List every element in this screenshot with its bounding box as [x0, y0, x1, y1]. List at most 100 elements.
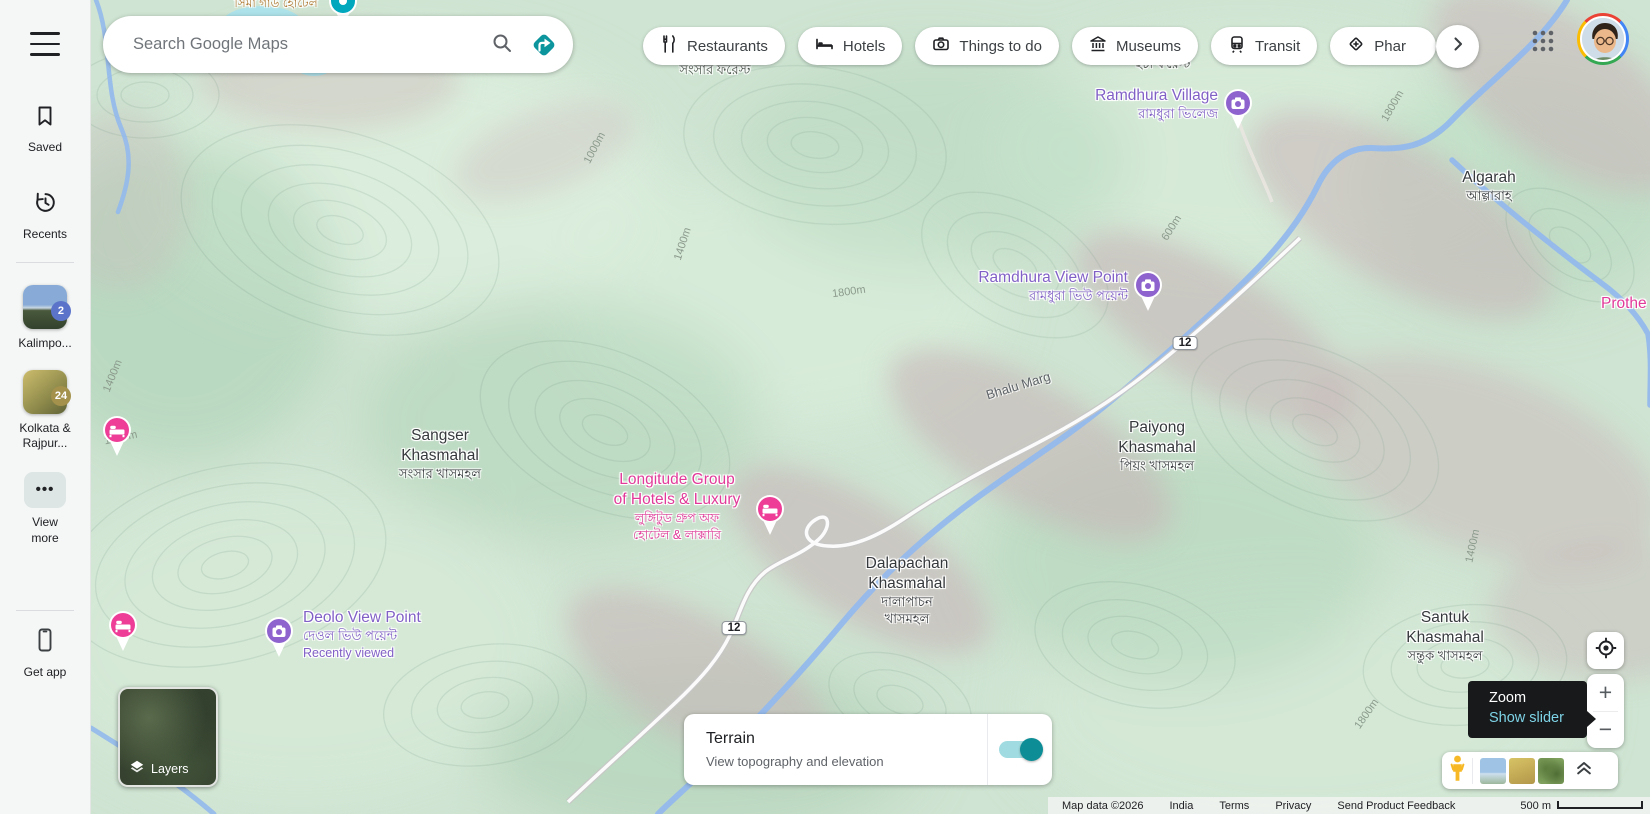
my-location-button[interactable]: [1587, 632, 1624, 669]
map-label-ramdhura-village[interactable]: Ramdhura Village রামধুরা ভিলেজ: [1095, 86, 1218, 123]
tooltip-subtitle: Show slider: [1489, 710, 1564, 726]
search-icon: [491, 32, 513, 57]
imagery-thumbnail-1[interactable]: [1480, 757, 1506, 784]
chip-hotels[interactable]: Hotels: [797, 27, 903, 65]
bookmark-icon: [33, 104, 57, 133]
hotel-pin-left-upper[interactable]: [100, 415, 134, 462]
pegman-icon[interactable]: [1450, 755, 1465, 787]
sidebar-divider: [16, 610, 74, 612]
chip-label: Museums: [1115, 37, 1181, 55]
get-app-label: Get app: [23, 665, 67, 680]
map-label-santuk-khasmahal[interactable]: Santuk Khasmahal সন্তুক খাসমহল: [1406, 608, 1484, 665]
sidebar-item-recents[interactable]: Recents: [23, 190, 67, 243]
layers-label: Layers: [151, 761, 189, 776]
terrain-card: Terrain View topography and elevation: [684, 714, 1052, 785]
chip-label: Restaurants: [687, 37, 768, 55]
phone-icon: [33, 627, 57, 658]
directions-icon: [529, 30, 559, 60]
chip-restaurants[interactable]: Restaurants: [643, 27, 785, 65]
search-bar: [103, 16, 573, 73]
menu-icon[interactable]: [30, 32, 60, 56]
hotel-pin-longitude-group[interactable]: [753, 494, 787, 541]
tooltip-title: Zoom: [1489, 690, 1527, 706]
camera-pin-deolo-view-point[interactable]: [262, 616, 296, 663]
region-text: India: [1169, 799, 1194, 812]
camera-icon: [932, 35, 950, 57]
trip-thumbnail: 2: [22, 285, 71, 330]
transit-icon: [1228, 35, 1246, 57]
route-badge-12: 12: [721, 621, 747, 635]
terms-link[interactable]: Terms: [1219, 800, 1249, 812]
map-label-longitude-group[interactable]: Longitude Group of Hotels & Luxury লুঙ্গ…: [614, 470, 741, 543]
google-maps-app: 1000m 1400m 1800m 1400m 1200m 600m 1800m…: [0, 0, 1650, 814]
map-label-algarah[interactable]: Algarah আল্গারাহ: [1462, 168, 1515, 205]
toggle-track: [999, 738, 1043, 761]
imagery-thumbnail-2[interactable]: [1509, 757, 1535, 784]
trip-badge: 2: [50, 301, 71, 322]
search-button[interactable]: [485, 26, 519, 63]
zoom-in-button[interactable]: +: [1587, 674, 1624, 711]
camera-pin-ramdhura-view-point[interactable]: [1131, 270, 1165, 317]
layers-button[interactable]: Layers: [118, 687, 218, 787]
map-label-top-hotel: সিমা গার্ড হোটেল: [234, 0, 318, 10]
chip-label: Things to do: [959, 37, 1042, 55]
attribution-bar: Map data ©2026 India Terms Privacy Send …: [1048, 797, 1650, 814]
avatar-image: [1580, 16, 1626, 62]
google-apps-button[interactable]: [1530, 28, 1556, 54]
sidebar-trip-kalimpong[interactable]: 2 Kalimpo...: [18, 285, 72, 352]
collapse-chevrons-icon[interactable]: [1575, 760, 1593, 781]
sidebar-item-label: Saved: [27, 140, 63, 154]
imagery-thumbnail-3[interactable]: [1538, 757, 1564, 784]
chips-scroll-right-button[interactable]: [1436, 25, 1479, 68]
museum-icon: [1089, 35, 1107, 57]
account-avatar[interactable]: [1577, 13, 1629, 65]
terrain-subtitle: View topography and elevation: [706, 754, 884, 769]
pharmacy-icon: [1347, 35, 1365, 57]
sidebar-item-view-more[interactable]: ••• View more: [20, 471, 70, 546]
chip-pharmacies[interactable]: Phar: [1330, 27, 1437, 65]
bed-icon: [815, 35, 834, 57]
toggle-knob: [1020, 738, 1043, 761]
search-input[interactable]: [131, 34, 485, 55]
sidebar-item-saved[interactable]: Saved: [28, 104, 62, 156]
chevron-right-icon: [1448, 34, 1468, 59]
apps-grid-icon: [1530, 30, 1556, 58]
trip-label: Kalimpo...: [18, 336, 72, 351]
chip-label: Transit: [1255, 37, 1301, 55]
sidebar-item-get-app[interactable]: Get app: [23, 627, 67, 681]
zoom-tooltip: Zoom Show slider: [1468, 681, 1596, 738]
map-scale: 500 m: [1520, 800, 1643, 812]
chip-things-to-do[interactable]: Things to do: [915, 27, 1059, 65]
trip-label: Kolkata & Rajpur...: [19, 420, 71, 451]
restaurant-icon: [660, 35, 678, 57]
chip-label: Phar: [1374, 37, 1406, 55]
camera-pin-ramdhura-village[interactable]: [1221, 88, 1255, 135]
map-label-dalapachan-khasmahal[interactable]: Dalapachan Khasmahal দালাপাচন খাসমহল: [866, 554, 949, 628]
map-label-ramdhura-view-point[interactable]: Ramdhura View Point রামধুরা ভিউ পয়েন্ট: [978, 268, 1128, 305]
feedback-link[interactable]: Send Product Feedback: [1337, 800, 1455, 812]
chip-label: Hotels: [842, 37, 886, 55]
directions-button[interactable]: [529, 30, 559, 60]
scale-bar: [1557, 800, 1643, 809]
my-location-icon: [1595, 637, 1617, 664]
terrain-toggle[interactable]: [988, 738, 1052, 761]
map-label-paiyong-khasmahal[interactable]: Paiyong Khasmahal পিয়ং খাসমহল: [1118, 418, 1196, 475]
privacy-link[interactable]: Privacy: [1275, 800, 1311, 812]
category-chips: Restaurants Hotels Things to do Museums …: [643, 27, 1437, 65]
map-label-deolo-view-point[interactable]: Deolo View Point দেওল ভিউ পয়েন্ট Recent…: [303, 608, 421, 661]
route-badge-12: 12: [1172, 336, 1198, 350]
map-label-prothe[interactable]: Prothe: [1601, 294, 1647, 314]
terrain-title: Terrain: [706, 730, 755, 747]
sidebar-trip-kolkata[interactable]: 24 Kolkata & Rajpur...: [9, 369, 81, 452]
chip-transit[interactable]: Transit: [1211, 27, 1318, 65]
more-dots-icon: •••: [24, 471, 66, 508]
hotel-pin-left-lower[interactable]: [106, 610, 140, 657]
map-label-sangser-khasmahal[interactable]: Sangser Khasmahal সংসার খাসমহল: [399, 426, 481, 483]
map-canvas[interactable]: [91, 0, 1650, 814]
sidebar-divider: [16, 262, 74, 264]
layers-icon: [129, 759, 145, 778]
map-data-text: Map data ©2026: [1062, 799, 1144, 812]
chip-museums[interactable]: Museums: [1071, 27, 1198, 65]
sidebar: Saved Recents 2 Kalimpo... 24 Kolkata & …: [0, 0, 91, 814]
imagery-strip: [1442, 752, 1618, 789]
